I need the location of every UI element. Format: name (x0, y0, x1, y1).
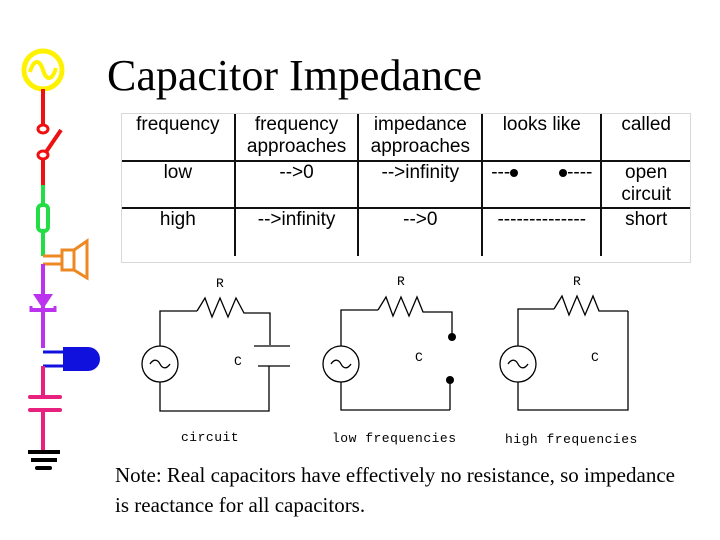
resistor-icon (196, 296, 251, 319)
footnote: Note: Real capacitors have effectively n… (115, 463, 675, 517)
terminal-dot-icon (446, 376, 454, 384)
low-frequency-circuit-diagram (322, 295, 453, 411)
circuit-caption: low frequencies (332, 431, 457, 446)
rc-circuit-diagram (141, 296, 290, 412)
wire (159, 310, 197, 346)
circuit-diagrams (141, 294, 629, 412)
high-frequency-circuit-diagram (499, 294, 629, 411)
ac-source-wave (507, 359, 529, 369)
ac-source-wave (330, 359, 352, 369)
capacitor-label: C (591, 350, 599, 365)
resistor-icon (553, 294, 628, 317)
capacitor-label: C (234, 354, 242, 369)
wire (517, 308, 554, 346)
terminal-dot-icon (448, 333, 456, 341)
wire (340, 309, 378, 346)
wire (340, 382, 450, 411)
circuit-caption: high frequencies (505, 432, 638, 447)
wire (432, 311, 453, 335)
resistor-label: R (397, 274, 405, 289)
resistor-icon (377, 295, 432, 318)
resistor-label: R (216, 276, 224, 291)
wire (517, 311, 629, 411)
circuit-caption: circuit (181, 430, 240, 445)
ac-source-wave (149, 359, 171, 369)
capacitor-label: C (415, 350, 423, 365)
resistor-label: R (573, 274, 581, 289)
wire (251, 312, 271, 345)
